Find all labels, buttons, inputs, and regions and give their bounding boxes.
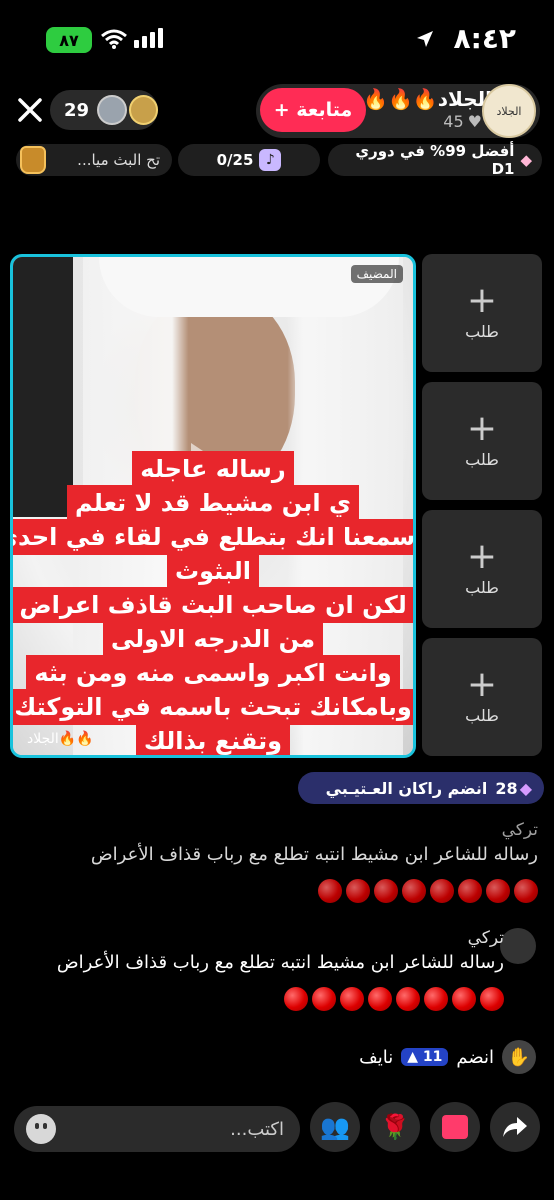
comment-message: رساله للشاعر ابن مشيط انتبه تطلع مع رباب…: [90, 844, 538, 865]
join-notification: ✋ انضم 11 ▲ نايف: [359, 1040, 536, 1074]
gift-goal-text: تح البث ميا...: [77, 151, 160, 169]
share-button[interactable]: [490, 1102, 540, 1152]
goal-progress: 0/25: [216, 151, 254, 169]
overlay-line: وانت اكبر واسمى منه ومن بثه: [26, 655, 400, 691]
host-tag: المضيف: [350, 265, 403, 283]
comment-user: تركي: [467, 928, 504, 948]
overlay-line: البثوث: [167, 553, 259, 589]
gem-icon: ◆: [519, 778, 532, 798]
multi-guest-button[interactable]: 👥: [310, 1102, 360, 1152]
heart-emoji-row: [68, 879, 538, 903]
overlay-line: وسمعنا انك بتطلع في لقاء في احدى: [13, 519, 413, 555]
plus-icon: +: [466, 663, 498, 705]
overlay-line: وبامكانك تبحث باسمه في التوكتك: [13, 689, 413, 725]
join-user-name: نايف: [359, 1046, 394, 1068]
music-note-icon: ♪: [259, 149, 282, 171]
join-banner-text: انضم راكان العـتيـبي: [325, 778, 488, 798]
overlay-line: رساله عاجله: [132, 451, 294, 487]
likes-count: 45: [443, 112, 464, 131]
diamond-icon: ◆: [520, 151, 532, 169]
plus-icon: +: [466, 535, 498, 577]
overlay-line: وتقنع بذالك: [135, 723, 291, 755]
guest-slot[interactable]: + طلب: [422, 254, 542, 372]
battery-indicator: ٨٧: [46, 27, 92, 53]
status-bar: ٨٧ ٨:٤٢: [0, 0, 554, 80]
wifi-icon: [101, 29, 127, 49]
plus-icon: +: [466, 407, 498, 449]
slot-label: طلب: [465, 449, 499, 469]
viewer-avatar[interactable]: [128, 95, 158, 125]
level-number: 11: [422, 1049, 443, 1065]
league-rank-chip[interactable]: أفضل 99% في دوري D1 ◆: [328, 142, 542, 178]
guest-slot[interactable]: + طلب: [422, 510, 542, 628]
slot-label: طلب: [465, 577, 499, 597]
heart-emoji-row: [34, 987, 504, 1011]
rose-icon: 🌹: [380, 1113, 410, 1141]
host-avatar[interactable]: الجلاد: [482, 84, 536, 138]
guest-slot[interactable]: + طلب: [422, 638, 542, 756]
overlay-line: ي ابن مشيط قد لا تعلم: [66, 485, 359, 521]
host-video[interactable]: المضيف رساله عاجله ي ابن مشيط قد لا تعلم…: [10, 254, 416, 758]
comment-placeholder: اكتب...: [230, 1118, 284, 1140]
comment: تركي رساله للشاعر ابن مشيط انتبه تطلع مع…: [68, 820, 538, 903]
signal-icon: [134, 28, 163, 48]
gem-badge: 28 ◆: [495, 779, 532, 798]
slot-label: طلب: [465, 321, 499, 341]
level-badge: 11 ▲: [401, 1048, 449, 1066]
plus-icon: +: [466, 279, 498, 321]
rank-text: أفضل 99% في دوري D1: [355, 142, 515, 178]
close-icon[interactable]: [16, 96, 44, 124]
slot-label: طلب: [465, 705, 499, 725]
follow-button[interactable]: + متابعة: [260, 88, 366, 132]
rose-gift-button[interactable]: 🌹: [370, 1102, 420, 1152]
host-name: الجلاد🔥🔥🔥: [363, 87, 492, 111]
heart-icon: ♥: [467, 112, 482, 131]
host-avatar-text: الجلاد: [496, 104, 522, 118]
host-caption-tag: الجلاد🔥🔥: [27, 731, 94, 747]
video-text-overlay: رساله عاجله ي ابن مشيط قد لا تعلم وسمعنا…: [13, 451, 413, 755]
share-icon: [503, 1117, 527, 1137]
gift-icon: [442, 1115, 468, 1139]
viewer-count: 29: [64, 99, 90, 121]
lantern-icon[interactable]: [20, 146, 46, 174]
join-action: انضم: [456, 1046, 494, 1068]
join-banner: انضم راكان العـتيـبي 28 ◆: [298, 772, 544, 804]
gift-button[interactable]: [430, 1102, 480, 1152]
emoji-icon[interactable]: [26, 1114, 56, 1144]
gem-count: 28: [495, 778, 518, 798]
overlay-line: لكن ان صاحب البث قاذف اعراض: [13, 587, 413, 623]
comment-input[interactable]: اكتب...: [14, 1106, 300, 1152]
comment: تركي رساله للشاعر ابن مشيط انتبه تطلع مع…: [34, 928, 504, 1011]
viewer-count-pill[interactable]: 29: [50, 90, 158, 130]
clock: ٨:٤٢: [453, 22, 516, 55]
people-icon: 👥: [320, 1113, 350, 1141]
location-arrow-icon: [417, 31, 433, 47]
host-likes: 45 ♥: [443, 112, 482, 131]
goal-chip[interactable]: 0/25 ♪: [178, 144, 320, 176]
comment-avatar[interactable]: [500, 928, 536, 964]
overlay-line: من الدرجه الاولى: [102, 621, 324, 657]
viewer-avatar[interactable]: [97, 95, 127, 125]
wave-hand-icon[interactable]: ✋: [502, 1040, 536, 1074]
comment-user: تركي: [501, 820, 538, 840]
guest-slot[interactable]: + طلب: [422, 382, 542, 500]
comment-message: رساله للشاعر ابن مشيط انتبه تطلع مع رباب…: [56, 952, 504, 973]
